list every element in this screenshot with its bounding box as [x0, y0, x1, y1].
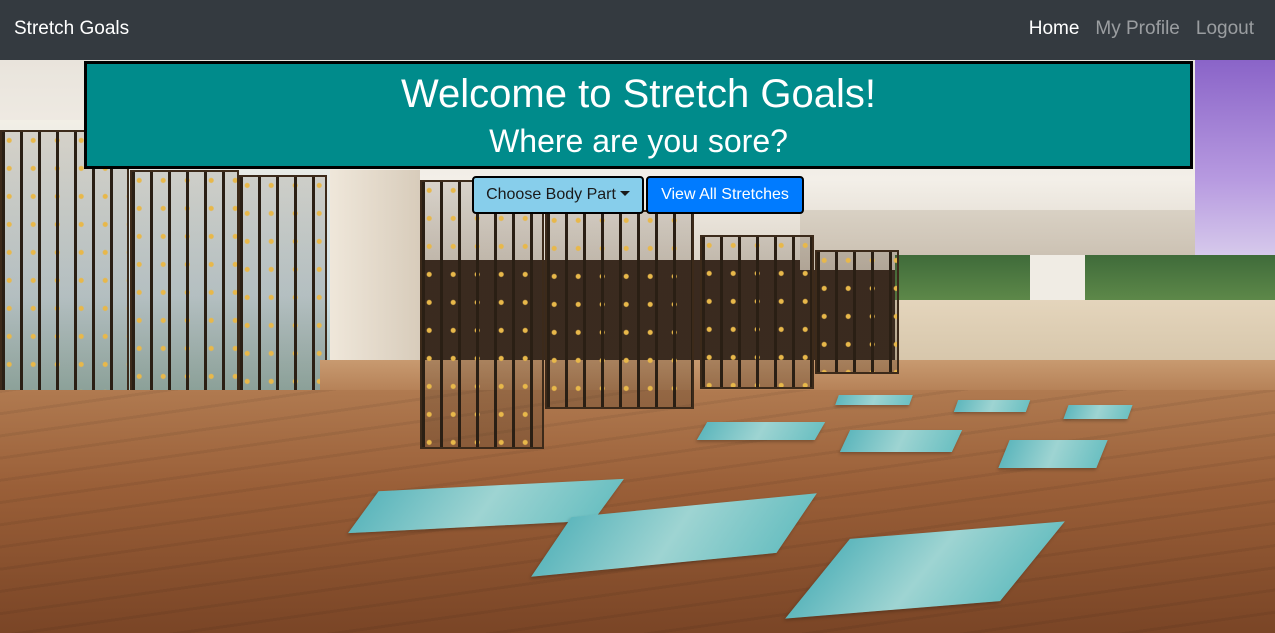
- caret-down-icon: [619, 191, 630, 196]
- view-all-stretches-button[interactable]: View All Stretches: [646, 176, 804, 214]
- nav-link-home[interactable]: Home: [1029, 17, 1080, 41]
- decorative-screen: [545, 210, 694, 409]
- decorative-screen: [815, 250, 899, 374]
- nav-link-logout[interactable]: Logout: [1196, 17, 1254, 41]
- column: [1030, 255, 1085, 305]
- brand-link[interactable]: Stretch Goals: [14, 17, 129, 41]
- yoga-mat: [998, 440, 1108, 468]
- action-buttons: Choose Body Part View All Stretches: [472, 176, 804, 214]
- yoga-mat: [696, 422, 826, 440]
- greenery: [895, 255, 1275, 303]
- navbar: Stretch Goals Home My Profile Logout: [0, 0, 1275, 60]
- purple-light: [1195, 60, 1275, 260]
- yoga-mat: [953, 400, 1031, 412]
- nav-links: Home My Profile Logout: [1029, 17, 1254, 41]
- yoga-mat: [839, 430, 963, 452]
- welcome-banner: Welcome to Stretch Goals! Where are you …: [84, 61, 1193, 169]
- decorative-screen: [700, 235, 814, 389]
- choose-body-part-dropdown[interactable]: Choose Body Part: [472, 176, 644, 214]
- page-title: Welcome to Stretch Goals!: [401, 72, 876, 116]
- choose-body-part-label: Choose Body Part: [486, 186, 616, 203]
- yoga-mat: [1063, 405, 1133, 419]
- decorative-screen: [420, 180, 544, 449]
- yoga-mat: [835, 395, 913, 405]
- page-subtitle: Where are you sore?: [489, 123, 788, 159]
- nav-link-my-profile[interactable]: My Profile: [1095, 17, 1179, 41]
